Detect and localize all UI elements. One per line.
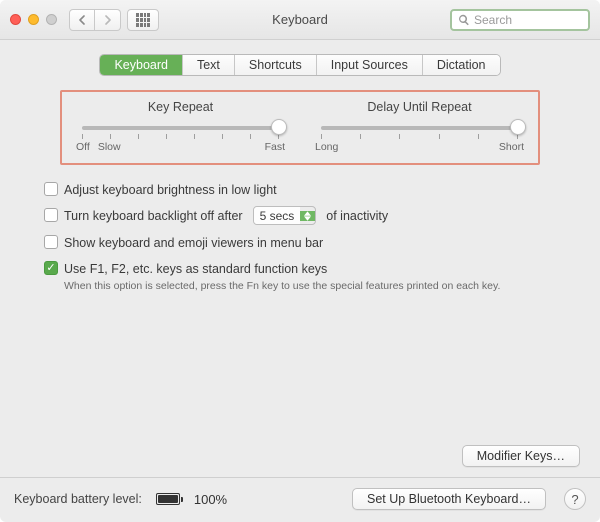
- delay-repeat-section: Delay Until Repeat Long Short: [315, 100, 524, 153]
- delay-repeat-title: Delay Until Repeat: [315, 100, 524, 114]
- delay-repeat-labels: Long Short: [315, 141, 524, 153]
- key-repeat-ticks: [82, 134, 279, 139]
- battery-percent: 100%: [194, 492, 227, 507]
- forward-button[interactable]: [95, 9, 121, 31]
- tabs: Keyboard Text Shortcuts Input Sources Di…: [16, 54, 584, 76]
- modifier-keys-row: Modifier Keys…: [16, 445, 584, 477]
- delay-repeat-slider[interactable]: [321, 126, 518, 130]
- checkbox-backlight-off[interactable]: [44, 208, 58, 222]
- show-all-button[interactable]: [127, 9, 159, 31]
- label-show-viewers: Show keyboard and emoji viewers in menu …: [64, 234, 323, 252]
- key-repeat-slider[interactable]: [82, 126, 279, 130]
- tabbar: Keyboard Text Shortcuts Input Sources Di…: [99, 54, 500, 76]
- tab-keyboard[interactable]: Keyboard: [100, 55, 183, 75]
- hint-fn-keys: When this option is selected, press the …: [64, 280, 556, 292]
- modifier-keys-button[interactable]: Modifier Keys…: [462, 445, 580, 467]
- zoom-window-button[interactable]: [46, 14, 57, 25]
- help-button[interactable]: ?: [564, 488, 586, 510]
- checkbox-fn-keys[interactable]: [44, 261, 58, 275]
- tab-text[interactable]: Text: [183, 55, 235, 75]
- key-repeat-section: Key Repeat Off Slow Fast: [76, 100, 285, 153]
- search-icon: [458, 14, 470, 26]
- nav-buttons: [69, 9, 121, 31]
- repeat-sliders-group: Key Repeat Off Slow Fast Delay Until Rep…: [60, 90, 540, 165]
- tab-input-sources[interactable]: Input Sources: [317, 55, 423, 75]
- content-area: Keyboard Text Shortcuts Input Sources Di…: [0, 40, 600, 477]
- chevron-left-icon: [78, 15, 86, 25]
- label-backlight-off-after: of inactivity: [326, 207, 388, 225]
- label-brightness-low-light: Adjust keyboard brightness in low light: [64, 181, 277, 199]
- option-show-viewers: Show keyboard and emoji viewers in menu …: [44, 234, 556, 252]
- label-backlight-off-before: Turn keyboard backlight off after: [64, 207, 243, 225]
- battery-label: Keyboard battery level:: [14, 492, 142, 506]
- stepper-icon: [300, 211, 315, 221]
- minimize-window-button[interactable]: [28, 14, 39, 25]
- footer: Keyboard battery level: 100% Set Up Blue…: [0, 478, 600, 522]
- back-button[interactable]: [69, 9, 95, 31]
- option-brightness-low-light: Adjust keyboard brightness in low light: [44, 181, 556, 199]
- titlebar: Keyboard Search: [0, 0, 600, 40]
- backlight-timeout-value: 5 secs: [254, 207, 301, 225]
- checkbox-show-viewers[interactable]: [44, 235, 58, 249]
- search-placeholder: Search: [474, 13, 512, 27]
- window-controls: [10, 14, 57, 25]
- battery-icon: [156, 493, 180, 505]
- checkbox-brightness-low-light[interactable]: [44, 182, 58, 196]
- delay-repeat-ticks: [321, 134, 518, 139]
- key-repeat-title: Key Repeat: [76, 100, 285, 114]
- key-repeat-labels: Off Slow Fast: [76, 141, 285, 153]
- tab-dictation[interactable]: Dictation: [423, 55, 500, 75]
- battery-fill: [158, 495, 178, 503]
- options-list: Adjust keyboard brightness in low light …: [44, 181, 556, 292]
- key-repeat-thumb[interactable]: [271, 119, 287, 135]
- keyboard-prefs-window: Keyboard Search Keyboard Text Shortcuts …: [0, 0, 600, 522]
- chevron-right-icon: [104, 15, 112, 25]
- option-fn-keys: Use F1, F2, etc. keys as standard functi…: [44, 260, 556, 278]
- backlight-timeout-select[interactable]: 5 secs: [253, 206, 317, 225]
- tab-shortcuts[interactable]: Shortcuts: [235, 55, 317, 75]
- label-fn-keys: Use F1, F2, etc. keys as standard functi…: [64, 260, 327, 278]
- close-window-button[interactable]: [10, 14, 21, 25]
- search-input[interactable]: Search: [450, 9, 590, 31]
- bluetooth-setup-button[interactable]: Set Up Bluetooth Keyboard…: [352, 488, 546, 510]
- grid-icon: [136, 13, 150, 27]
- option-backlight-off: Turn keyboard backlight off after 5 secs…: [44, 207, 556, 226]
- delay-repeat-thumb[interactable]: [510, 119, 526, 135]
